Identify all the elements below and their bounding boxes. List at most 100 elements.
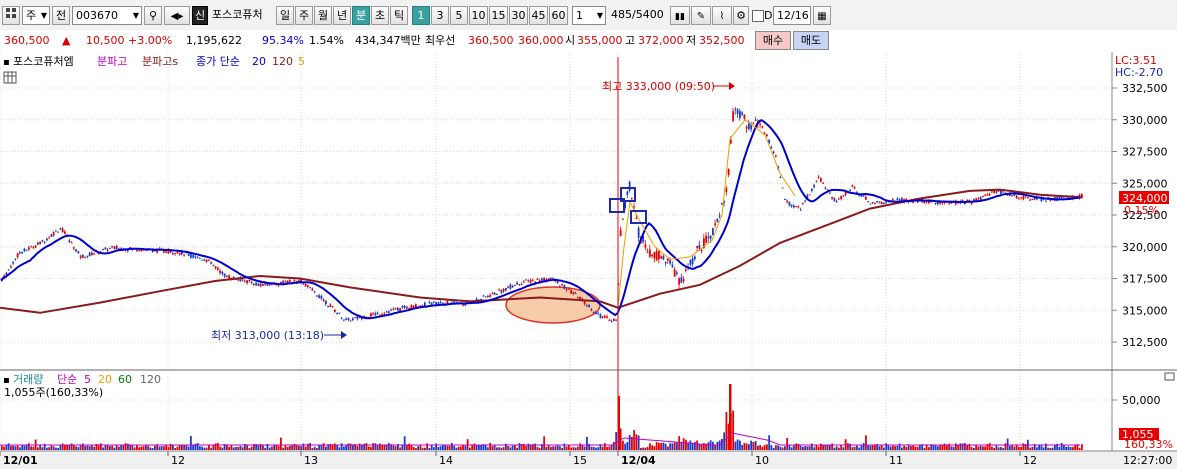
x-axis-label: 12/04 bbox=[621, 454, 656, 467]
candle bbox=[592, 311, 595, 313]
interval-45[interactable]: 45 bbox=[529, 6, 548, 25]
interval-3[interactable]: 3 bbox=[431, 6, 449, 25]
volume-bar bbox=[136, 445, 138, 450]
candle bbox=[797, 206, 800, 208]
chart-tool-button[interactable]: ▮▮ bbox=[670, 6, 690, 25]
candle bbox=[732, 111, 735, 122]
volume-bar bbox=[205, 447, 208, 450]
volume-bar bbox=[664, 443, 667, 450]
candle bbox=[691, 258, 694, 265]
volume-bar bbox=[554, 446, 557, 450]
calendar-button[interactable]: ▦ bbox=[813, 6, 831, 25]
period-tick[interactable]: 틱 bbox=[390, 6, 408, 25]
market-select[interactable]: 주 ▼ bbox=[22, 6, 50, 25]
volume-bar bbox=[779, 446, 782, 450]
volume-bar bbox=[745, 443, 748, 450]
candle bbox=[597, 312, 600, 314]
candle bbox=[250, 282, 253, 284]
indicator-tool-button[interactable]: ⌇ bbox=[712, 6, 732, 25]
candle bbox=[660, 256, 663, 259]
stock-code-input[interactable]: 003670 ▼ bbox=[72, 6, 142, 25]
interval-60[interactable]: 60 bbox=[549, 6, 568, 25]
candle bbox=[354, 317, 357, 319]
candle bbox=[817, 176, 820, 178]
interval-5[interactable]: 5 bbox=[450, 6, 468, 25]
candle bbox=[705, 235, 708, 243]
candle bbox=[862, 195, 865, 197]
candle bbox=[532, 279, 534, 281]
interval-10[interactable]: 10 bbox=[469, 6, 488, 25]
candle bbox=[709, 235, 712, 239]
legend-ma5: 5 bbox=[298, 55, 305, 68]
interval-30[interactable]: 30 bbox=[509, 6, 528, 25]
volume-bar bbox=[673, 442, 676, 450]
period-week[interactable]: 주 bbox=[295, 6, 313, 25]
date-input[interactable]: 12/16 bbox=[773, 6, 811, 25]
volume-bar bbox=[966, 445, 969, 450]
volume-bar bbox=[131, 445, 134, 450]
volume-bar bbox=[959, 443, 962, 450]
candle bbox=[55, 230, 57, 232]
volume-bar bbox=[496, 447, 498, 450]
candle bbox=[338, 312, 341, 314]
volume-bar bbox=[1058, 447, 1061, 450]
candle bbox=[79, 255, 82, 258]
candle bbox=[165, 251, 168, 253]
prev-button[interactable]: 전 bbox=[52, 6, 70, 25]
candle bbox=[41, 240, 44, 242]
volume-bar bbox=[604, 443, 606, 450]
candle bbox=[226, 276, 228, 278]
candle bbox=[682, 279, 685, 282]
price-chart[interactable]: 최고 333,000 (09:50) 최저 313,000 (13:18) ▪ … bbox=[0, 52, 1177, 469]
candle bbox=[228, 275, 231, 279]
volume-bar bbox=[84, 445, 87, 450]
volume-bar bbox=[552, 446, 555, 450]
count-field[interactable]: 485/5400 bbox=[608, 6, 666, 25]
candle bbox=[19, 252, 21, 254]
volume-bar bbox=[822, 445, 825, 450]
candle bbox=[138, 249, 141, 252]
period-year[interactable]: 년 bbox=[333, 6, 351, 25]
candle bbox=[484, 296, 487, 298]
volume-bar bbox=[1063, 445, 1065, 450]
candle bbox=[714, 223, 717, 226]
period-day[interactable]: 일 bbox=[276, 6, 294, 25]
volume-bar bbox=[678, 436, 681, 450]
volume-bar bbox=[964, 443, 966, 450]
buy-button[interactable]: 매수 bbox=[755, 31, 791, 50]
date-checkbox[interactable] bbox=[752, 10, 764, 22]
interval-1[interactable]: 1 bbox=[412, 6, 430, 25]
candle bbox=[221, 271, 224, 275]
volume-unit-text: 1,055주(160,33%) bbox=[4, 386, 103, 399]
sell-button[interactable]: 매도 bbox=[793, 31, 829, 50]
sin-button[interactable]: 신 bbox=[192, 6, 208, 25]
search-button[interactable]: ⚲ bbox=[144, 6, 162, 25]
volume-bar bbox=[304, 446, 307, 450]
candle bbox=[655, 251, 658, 261]
drawing-tool-button[interactable]: ✎ bbox=[691, 6, 711, 25]
interval-15[interactable]: 15 bbox=[489, 6, 508, 25]
volume-bar bbox=[433, 447, 435, 450]
volume-bar bbox=[750, 440, 753, 450]
x-axis-label: 13 bbox=[304, 454, 318, 467]
volume-bar bbox=[813, 447, 816, 450]
speaker-button[interactable]: ◀▸ bbox=[164, 6, 190, 25]
grid-menu-button[interactable] bbox=[2, 6, 20, 25]
volume-bar bbox=[10, 445, 12, 450]
volume-bar bbox=[214, 443, 217, 450]
candle bbox=[1011, 195, 1014, 197]
volume-bar bbox=[372, 443, 375, 450]
candle bbox=[293, 279, 296, 282]
period-month[interactable]: 월 bbox=[314, 6, 332, 25]
volume-bar bbox=[568, 445, 570, 450]
settings-button[interactable]: ⚙ bbox=[733, 6, 749, 25]
volume-bar bbox=[210, 447, 213, 450]
volume-bar bbox=[1013, 446, 1016, 450]
volume-bar bbox=[995, 445, 998, 450]
volume-bar bbox=[910, 446, 912, 450]
candle bbox=[253, 283, 255, 285]
period-second[interactable]: 초 bbox=[371, 6, 389, 25]
period-minute[interactable]: 분 bbox=[352, 6, 370, 25]
interval-select[interactable]: 1 ▼ bbox=[572, 6, 606, 25]
volume-bar bbox=[145, 444, 147, 450]
